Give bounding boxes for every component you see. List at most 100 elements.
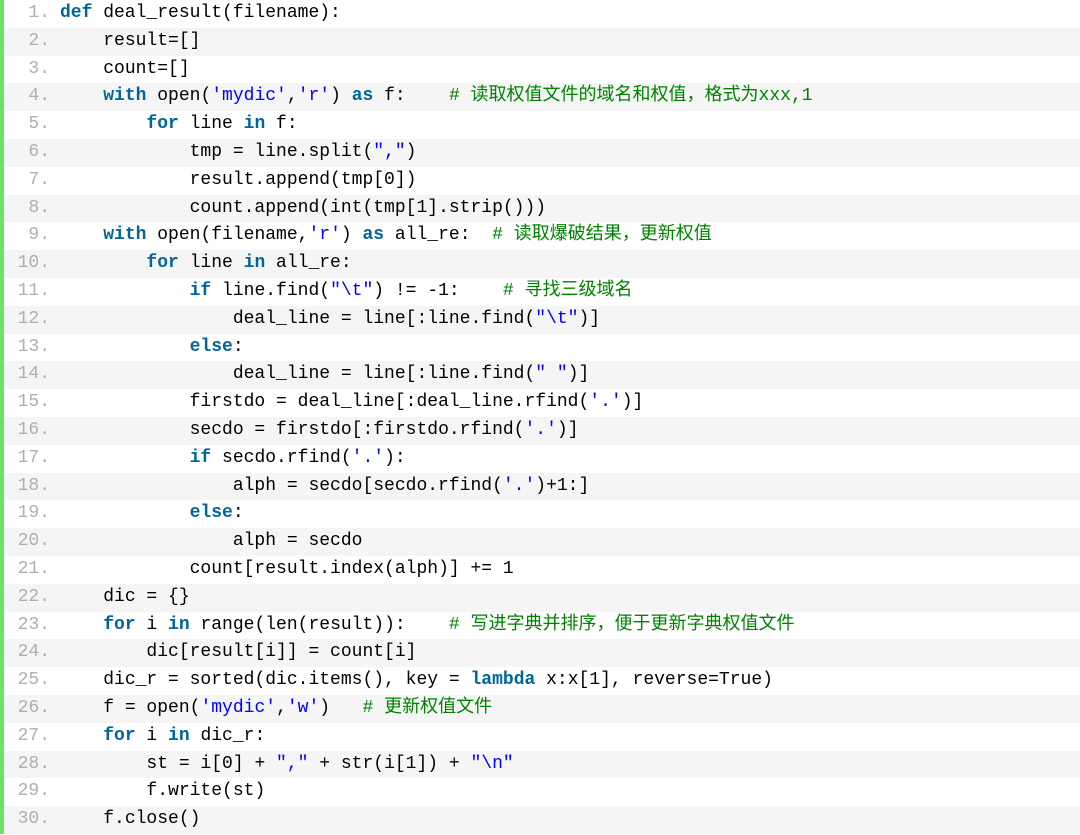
string-literal: 'r' bbox=[298, 86, 330, 106]
code-text: deal_result(filename): bbox=[92, 3, 340, 23]
code-content: if secdo.rfind('.'): bbox=[60, 445, 1080, 473]
code-content: for line in all_re: bbox=[60, 250, 1080, 278]
code-content: count=[] bbox=[60, 56, 1080, 84]
code-text: st = i[0] + bbox=[146, 754, 276, 774]
code-text: )] bbox=[568, 364, 590, 384]
code-text: dic = {} bbox=[103, 587, 189, 607]
code-text: result.append(tmp[0]) bbox=[190, 170, 417, 190]
line-number: 10. bbox=[4, 250, 60, 278]
keyword: for bbox=[146, 253, 178, 273]
code-text: f.write(st) bbox=[146, 781, 265, 801]
code-content: for i in dic_r: bbox=[60, 723, 1080, 751]
line-number: 30. bbox=[4, 806, 60, 834]
line-number: 17. bbox=[4, 445, 60, 473]
code-line: 4. with open('mydic','r') as f: # 读取权值文件… bbox=[4, 83, 1080, 111]
code-content: secdo = firstdo[:firstdo.rfind('.')] bbox=[60, 417, 1080, 445]
comment: # 更新权值文件 bbox=[363, 698, 493, 718]
code-text: firstdo = deal_line[:deal_line.rfind( bbox=[190, 392, 590, 412]
line-number: 24. bbox=[4, 639, 60, 667]
code-content: alph = secdo bbox=[60, 528, 1080, 556]
comment: # 写进字典并排序，便于更新字典权值文件 bbox=[449, 615, 795, 635]
line-number: 19. bbox=[4, 500, 60, 528]
string-literal: '.' bbox=[503, 476, 535, 496]
string-literal: "," bbox=[276, 754, 308, 774]
line-number: 22. bbox=[4, 584, 60, 612]
line-number: 23. bbox=[4, 612, 60, 640]
code-text: secdo.rfind( bbox=[211, 448, 351, 468]
code-line: 27. for i in dic_r: bbox=[4, 723, 1080, 751]
code-content: tmp = line.split(",") bbox=[60, 139, 1080, 167]
code-text: ) bbox=[330, 86, 352, 106]
code-text: all_re: bbox=[384, 225, 492, 245]
code-text: f: bbox=[373, 86, 449, 106]
code-content: dic_r = sorted(dic.items(), key = lambda… bbox=[60, 667, 1080, 695]
code-text: f.close() bbox=[103, 809, 200, 829]
code-line: 17. if secdo.rfind('.'): bbox=[4, 445, 1080, 473]
code-content: dic = {} bbox=[60, 584, 1080, 612]
code-text: count.append(int(tmp[1].strip())) bbox=[190, 198, 546, 218]
code-content: deal_line = line[:line.find(" ")] bbox=[60, 361, 1080, 389]
keyword: in bbox=[244, 114, 266, 134]
keyword: if bbox=[190, 281, 212, 301]
code-line: 14. deal_line = line[:line.find(" ")] bbox=[4, 361, 1080, 389]
code-content: deal_line = line[:line.find("\t")] bbox=[60, 306, 1080, 334]
code-text: )] bbox=[557, 420, 579, 440]
line-number: 3. bbox=[4, 56, 60, 84]
code-text: x:x[1], reverse=True) bbox=[535, 670, 773, 690]
code-line: 11. if line.find("\t") != -1: # 寻找三级域名 bbox=[4, 278, 1080, 306]
keyword: as bbox=[352, 86, 374, 106]
code-line: 28. st = i[0] + "," + str(i[1]) + "\n" bbox=[4, 751, 1080, 779]
code-text: count=[] bbox=[103, 59, 189, 79]
code-text: count[result.index(alph)] += 1 bbox=[190, 559, 514, 579]
string-literal: " " bbox=[535, 364, 567, 384]
keyword: lambda bbox=[470, 670, 535, 690]
code-line: 2. result=[] bbox=[4, 28, 1080, 56]
code-text: ): bbox=[384, 448, 406, 468]
code-text: f: bbox=[265, 114, 297, 134]
code-content: with open(filename,'r') as all_re: # 读取爆… bbox=[60, 222, 1080, 250]
code-content: else: bbox=[60, 334, 1080, 362]
code-text: result=[] bbox=[103, 31, 200, 51]
string-literal: 'mydic' bbox=[211, 86, 287, 106]
code-line: 15. firstdo = deal_line[:deal_line.rfind… bbox=[4, 389, 1080, 417]
keyword: for bbox=[103, 726, 135, 746]
comment: # 寻找三级域名 bbox=[503, 281, 633, 301]
line-number: 4. bbox=[4, 83, 60, 111]
string-literal: 'w' bbox=[287, 698, 319, 718]
line-number: 27. bbox=[4, 723, 60, 751]
string-literal: '.' bbox=[524, 420, 556, 440]
string-literal: 'r' bbox=[308, 225, 340, 245]
code-text: line bbox=[179, 114, 244, 134]
code-content: st = i[0] + "," + str(i[1]) + "\n" bbox=[60, 751, 1080, 779]
keyword: as bbox=[362, 225, 384, 245]
line-number: 20. bbox=[4, 528, 60, 556]
line-number: 26. bbox=[4, 695, 60, 723]
line-number: 28. bbox=[4, 751, 60, 779]
code-text: + str(i[1]) + bbox=[308, 754, 470, 774]
code-line: 29. f.write(st) bbox=[4, 778, 1080, 806]
code-text: )] bbox=[622, 392, 644, 412]
keyword: def bbox=[60, 3, 92, 23]
string-literal: "," bbox=[373, 142, 405, 162]
code-text: open(filename, bbox=[146, 225, 308, 245]
line-number: 5. bbox=[4, 111, 60, 139]
code-line: 23. for i in range(len(result)): # 写进字典并… bbox=[4, 612, 1080, 640]
code-text: i bbox=[136, 615, 168, 635]
keyword: if bbox=[190, 448, 212, 468]
string-literal: '.' bbox=[352, 448, 384, 468]
code-line: 10. for line in all_re: bbox=[4, 250, 1080, 278]
comment: # 读取爆破结果，更新权值 bbox=[492, 225, 712, 245]
code-text: deal_line = line[:line.find( bbox=[233, 309, 535, 329]
code-content: count.append(int(tmp[1].strip())) bbox=[60, 195, 1080, 223]
line-number: 6. bbox=[4, 139, 60, 167]
code-line: 25. dic_r = sorted(dic.items(), key = la… bbox=[4, 667, 1080, 695]
keyword: with bbox=[103, 86, 146, 106]
code-content: result=[] bbox=[60, 28, 1080, 56]
keyword: in bbox=[168, 615, 190, 635]
code-content: alph = secdo[secdo.rfind('.')+1:] bbox=[60, 473, 1080, 501]
code-line: 30. f.close() bbox=[4, 806, 1080, 834]
string-literal: "\t" bbox=[330, 281, 373, 301]
code-line: 3. count=[] bbox=[4, 56, 1080, 84]
line-number: 2. bbox=[4, 28, 60, 56]
code-line: 18. alph = secdo[secdo.rfind('.')+1:] bbox=[4, 473, 1080, 501]
